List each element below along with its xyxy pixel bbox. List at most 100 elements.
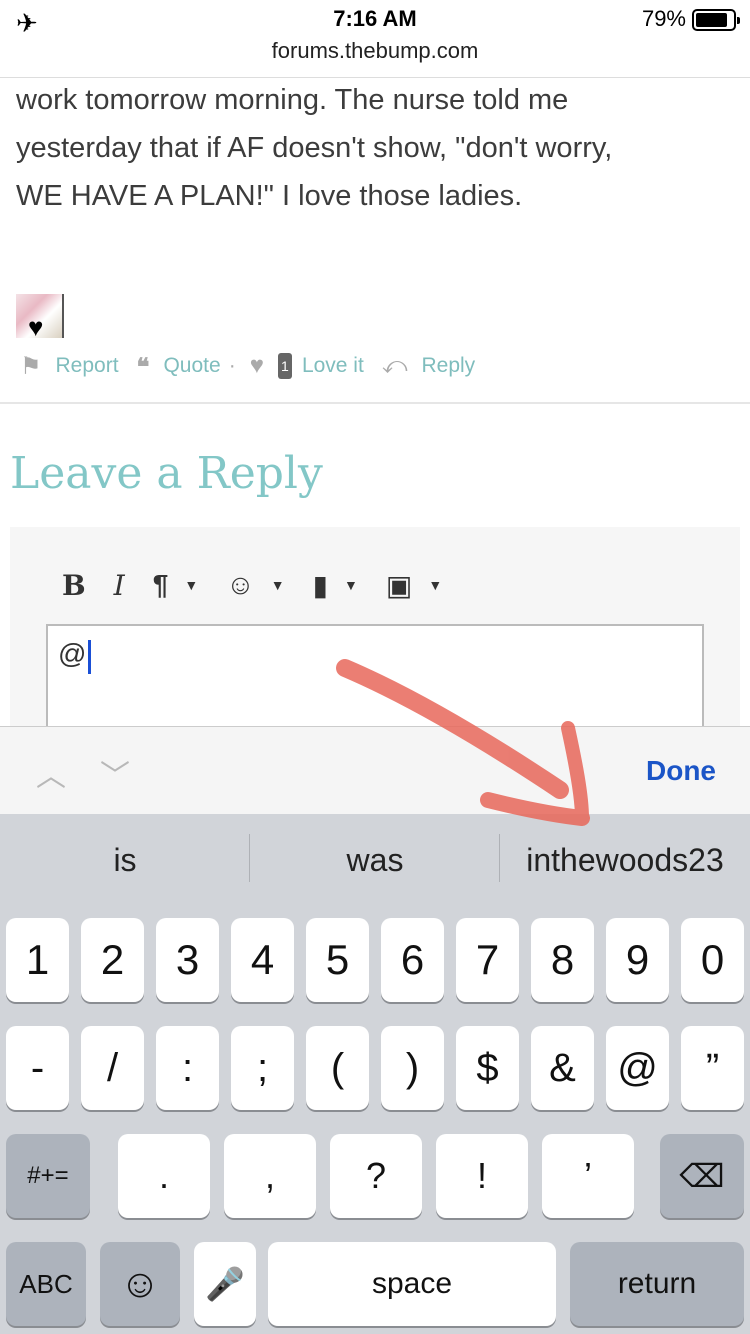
- return-key[interactable]: return: [570, 1242, 744, 1326]
- quote-icon[interactable]: ❝: [137, 352, 150, 381]
- status-time: 7:16 AM: [333, 6, 417, 31]
- emoji-button[interactable]: ☺ ▼: [226, 569, 284, 601]
- key-9-label: 9: [625, 936, 650, 983]
- separator-dot: ·: [228, 354, 236, 377]
- reply-link[interactable]: Reply: [421, 354, 475, 378]
- heart-outline-icon[interactable]: ♥: [250, 352, 264, 380]
- key-symbol-label: :: [181, 1046, 194, 1090]
- key-symbol[interactable]: ): [381, 1026, 444, 1110]
- return-key-label: return: [617, 1267, 697, 1300]
- quote-link[interactable]: Quote: [163, 354, 220, 378]
- key-punctuation-label: ,: [264, 1155, 275, 1196]
- key-symbol[interactable]: -: [6, 1026, 69, 1110]
- key-symbol[interactable]: $: [456, 1026, 519, 1110]
- flag-icon[interactable]: ⚑: [20, 352, 42, 381]
- key-3[interactable]: 3: [156, 918, 219, 1002]
- text-cursor: [88, 640, 91, 674]
- key-6[interactable]: 6: [381, 918, 444, 1002]
- key-punctuation[interactable]: .: [118, 1134, 210, 1218]
- chevron-down-icon: ▼: [270, 577, 285, 593]
- love-it-link[interactable]: Love it: [302, 354, 364, 378]
- italic-button[interactable]: I: [114, 569, 125, 602]
- key-symbol[interactable]: :: [156, 1026, 219, 1110]
- key-punctuation-label: ?: [365, 1155, 387, 1196]
- key-0[interactable]: 0: [681, 918, 744, 1002]
- key-symbol-label: ;: [256, 1046, 269, 1090]
- key-7-label: 7: [475, 936, 500, 983]
- key-2-label: 2: [100, 936, 125, 983]
- editor-toolbar: B I ¶ ▼ ☺ ▼ ▮ ▼ ▣ ▼: [62, 567, 470, 603]
- battery-icon: [692, 9, 740, 31]
- microphone-key[interactable]: 🎤: [194, 1242, 256, 1326]
- previous-field-button[interactable]: ︿: [36, 751, 66, 795]
- key-8-label: 8: [550, 936, 575, 983]
- image-icon: ▣: [385, 569, 413, 601]
- key-6-label: 6: [400, 936, 425, 983]
- suggestion-item[interactable]: inthewoods23: [500, 842, 750, 879]
- key-1[interactable]: 1: [6, 918, 69, 1002]
- key-punctuation[interactable]: ?: [330, 1134, 422, 1218]
- key-symbol-label: -: [30, 1046, 45, 1090]
- key-5-label: 5: [325, 936, 350, 983]
- key-3-label: 3: [175, 936, 200, 983]
- suggestion-item[interactable]: was: [250, 842, 500, 879]
- key-symbol[interactable]: &: [531, 1026, 594, 1110]
- reply-arrow-icon[interactable]: ⤺: [382, 352, 408, 380]
- document-icon: ▮: [312, 569, 329, 601]
- chevron-down-icon: ▼: [344, 577, 358, 593]
- more-symbols-key-label: #+=: [27, 1162, 69, 1189]
- key-7[interactable]: 7: [456, 918, 519, 1002]
- key-4[interactable]: 4: [231, 918, 294, 1002]
- attach-document-button[interactable]: ▮ ▼: [313, 569, 358, 602]
- suggestion-item[interactable]: is: [0, 842, 250, 879]
- key-9[interactable]: 9: [606, 918, 669, 1002]
- more-symbols-key[interactable]: #+=: [6, 1134, 90, 1218]
- abc-key[interactable]: ABC: [6, 1242, 86, 1326]
- key-2[interactable]: 2: [81, 918, 144, 1002]
- key-punctuation[interactable]: !: [436, 1134, 528, 1218]
- key-symbol-label: /: [106, 1046, 119, 1090]
- key-punctuation[interactable]: ,: [224, 1134, 316, 1218]
- next-field-button[interactable]: ﹀: [100, 751, 130, 795]
- key-5[interactable]: 5: [306, 918, 369, 1002]
- key-symbol[interactable]: ”: [681, 1026, 744, 1110]
- emoji-key[interactable]: ☺: [100, 1242, 180, 1326]
- key-symbol-label: ): [405, 1046, 420, 1090]
- key-symbol-label: $: [476, 1046, 499, 1090]
- leave-reply-heading: Leave a Reply: [10, 448, 323, 499]
- key-symbol-label: ”: [705, 1046, 720, 1090]
- report-link[interactable]: Report: [56, 354, 119, 378]
- keyboard-accessory-bar: ︿ ﹀ Done: [0, 726, 750, 814]
- key-0-label: 0: [700, 936, 725, 983]
- avatar[interactable]: ♥: [16, 294, 64, 342]
- space-key[interactable]: space: [268, 1242, 556, 1326]
- paragraph-icon: ¶: [152, 569, 169, 600]
- chevron-down-icon: ▼: [428, 577, 443, 593]
- key-symbol[interactable]: @: [606, 1026, 669, 1110]
- paragraph-format-button[interactable]: ¶ ▼: [153, 569, 198, 601]
- done-button[interactable]: Done: [646, 755, 716, 787]
- backspace-key-label: ⌫: [679, 1158, 725, 1194]
- key-symbol[interactable]: (: [306, 1026, 369, 1110]
- post-line: work tomorrow morning. The nurse told me: [16, 84, 569, 116]
- key-symbol[interactable]: ;: [231, 1026, 294, 1110]
- bold-button[interactable]: B: [62, 569, 86, 602]
- post-actions: ⚑ Report ❝ Quote · ♥ 1 Love it ⤺ Reply: [20, 346, 493, 386]
- key-symbol-label: &: [549, 1046, 576, 1090]
- key-8[interactable]: 8: [531, 918, 594, 1002]
- heart-icon: ♥: [28, 312, 44, 342]
- abc-key-label: ABC: [19, 1269, 73, 1299]
- emoji-icon: ☺: [226, 569, 255, 600]
- backspace-key[interactable]: ⌫: [660, 1134, 744, 1218]
- key-punctuation[interactable]: ’: [542, 1134, 634, 1218]
- insert-image-button[interactable]: ▣ ▼: [386, 569, 442, 602]
- divider: [0, 402, 750, 404]
- key-symbol[interactable]: /: [81, 1026, 144, 1110]
- chevron-down-icon: ▼: [184, 577, 199, 593]
- key-1-label: 1: [25, 936, 50, 983]
- suggestion-bar: is was inthewoods23: [0, 814, 750, 912]
- status-bar: ✈ 7:16 AM 79%: [0, 0, 750, 40]
- url-bar[interactable]: forums.thebump.com: [0, 38, 750, 78]
- battery-percent: 79%: [641, 6, 686, 31]
- space-key-label: space: [371, 1267, 453, 1300]
